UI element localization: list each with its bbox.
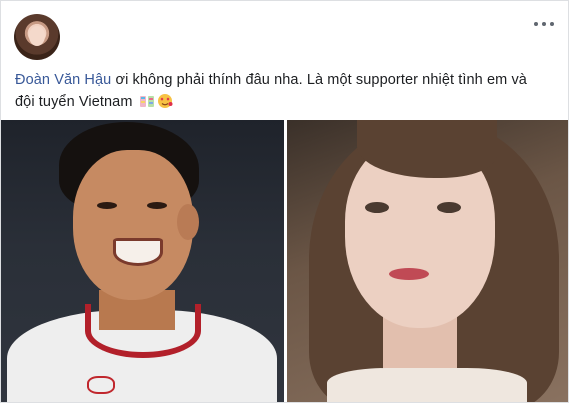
facebook-post: Đoàn Văn Hậu ơi không phải thính đâu nha… xyxy=(0,0,569,403)
lips xyxy=(389,268,429,280)
top xyxy=(327,368,527,402)
more-options-icon[interactable] xyxy=(534,19,554,29)
face xyxy=(73,150,193,300)
post-text: Đoàn Văn Hậu ơi không phải thính đâu nha… xyxy=(15,69,555,113)
avatar-face xyxy=(29,26,45,46)
photo-left[interactable] xyxy=(1,120,284,402)
smile xyxy=(113,238,163,266)
post-text-line1: ơi không phải thính đâu nha. Là một supp… xyxy=(111,72,527,88)
collar xyxy=(85,304,201,358)
ear xyxy=(177,204,199,240)
dot xyxy=(534,22,538,26)
photo-collage xyxy=(1,120,568,402)
confetti-emoji-icon xyxy=(139,96,154,107)
dot xyxy=(542,22,546,26)
eye xyxy=(437,202,461,213)
shirt-logo xyxy=(87,376,115,394)
photo-right[interactable] xyxy=(287,120,568,402)
post-text-line2: đội tuyển Vietnam xyxy=(15,94,133,110)
eye xyxy=(97,202,117,209)
eye xyxy=(147,202,167,209)
dot xyxy=(550,22,554,26)
mention-link[interactable]: Đoàn Văn Hậu xyxy=(15,72,111,88)
eye xyxy=(365,202,389,213)
avatar[interactable] xyxy=(14,14,60,60)
heart-eyes-emoji-icon xyxy=(157,94,173,108)
